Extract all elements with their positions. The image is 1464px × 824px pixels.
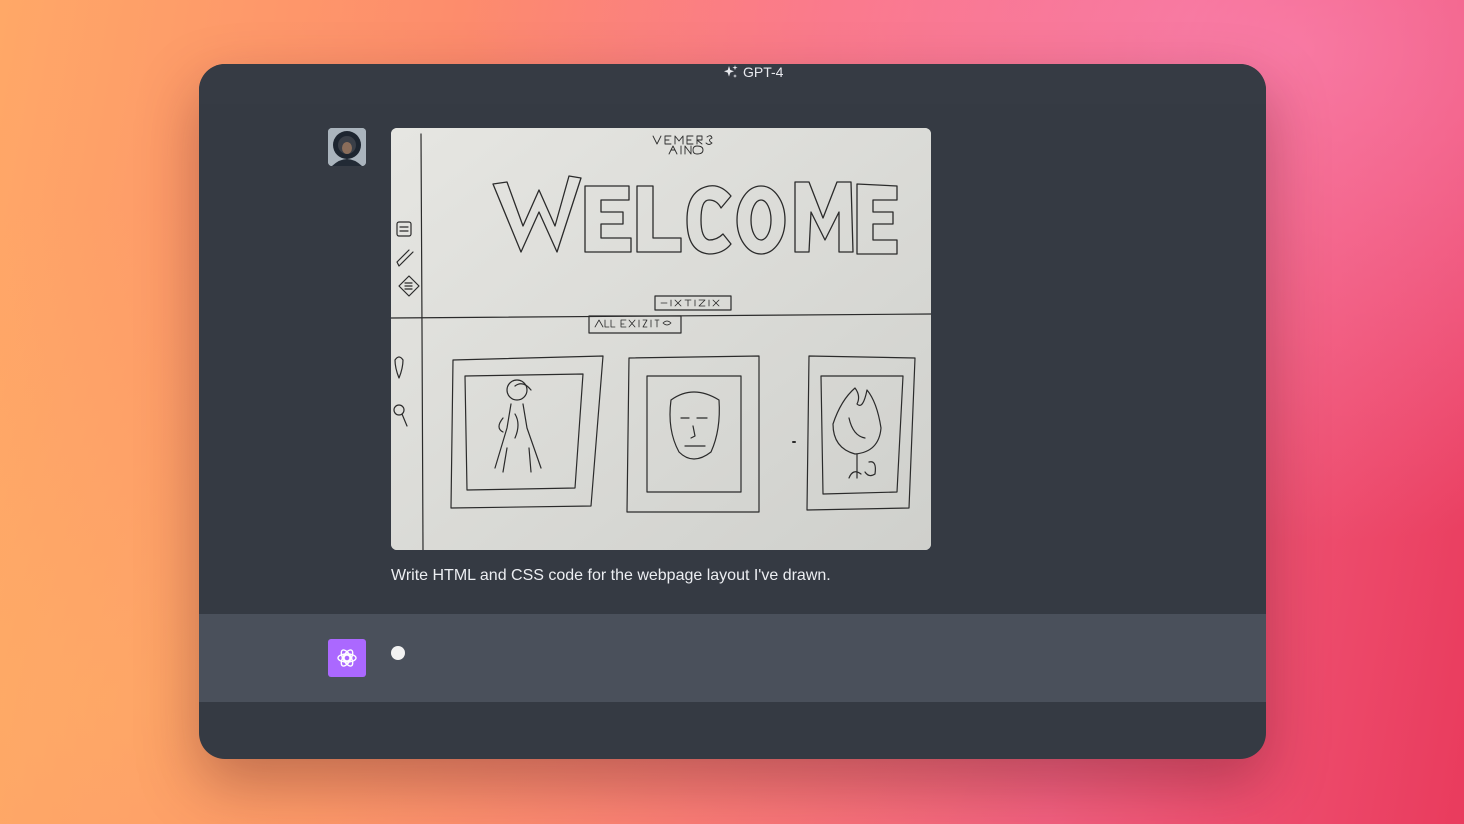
chat-window: GPT-4 Write HTML and CSS code for the we… [199,64,1266,759]
model-selector[interactable]: GPT-4 [723,64,783,80]
user-avatar [328,128,366,166]
user-message: Write HTML and CSS code for the webpage … [391,567,831,584]
model-name: GPT-4 [743,64,784,80]
sparkle-icon [724,65,738,78]
sketch-drawing [391,128,931,550]
title-bar: GPT-4 [199,64,1266,104]
assistant-avatar [328,639,366,677]
openai-logo-icon [337,649,357,667]
assistant-message-row [199,614,1266,702]
typing-indicator [391,646,405,660]
user-avatar-icon [328,128,366,166]
attached-image[interactable] [391,128,931,550]
